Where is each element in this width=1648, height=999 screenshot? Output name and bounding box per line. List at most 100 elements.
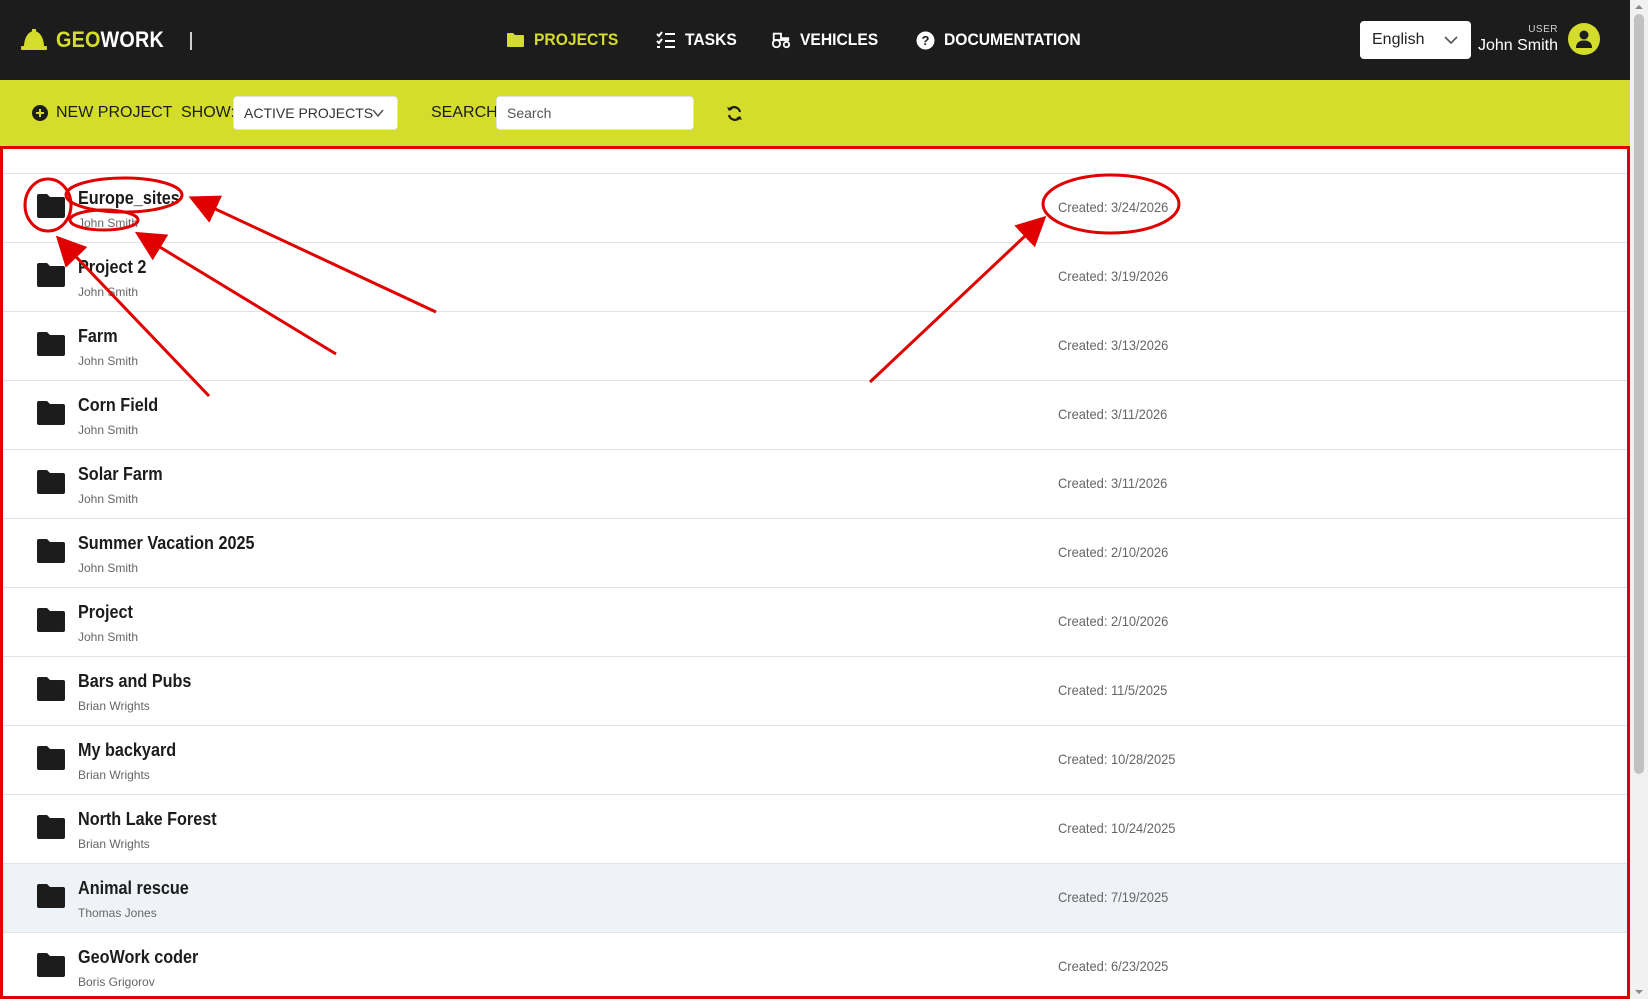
project-owner: Brian Wrights bbox=[78, 699, 150, 713]
plus-circle-icon bbox=[32, 105, 48, 121]
project-name[interactable]: GeoWork coder bbox=[78, 947, 198, 968]
user-menu[interactable]: USER John Smith bbox=[1478, 14, 1600, 64]
scroll-up-arrow-icon[interactable] bbox=[1634, 2, 1644, 12]
project-row[interactable]: GeoWork coder Boris Grigorov Created: 6/23… bbox=[3, 932, 1627, 996]
project-owner: John Smith bbox=[78, 216, 139, 230]
project-created-date: Created: 3/24/2026 bbox=[1058, 199, 1169, 215]
project-list: Europe_sites John Smith Created: 3/24/2026… bbox=[3, 173, 1627, 996]
project-row[interactable]: Europe_sites John Smith Created: 3/24/2026 bbox=[3, 173, 1627, 242]
svg-text:?: ? bbox=[921, 33, 929, 48]
project-owner: Brian Wrights bbox=[78, 837, 150, 851]
tractor-icon bbox=[771, 30, 791, 50]
chevron-down-icon bbox=[1444, 36, 1458, 45]
project-owner: John Smith bbox=[78, 630, 139, 644]
chevron-down-icon bbox=[372, 109, 384, 118]
project-owner: Brian Wrights bbox=[78, 768, 150, 782]
tasks-list-icon bbox=[655, 30, 676, 50]
show-label: SHOW: bbox=[181, 104, 235, 121]
project-name[interactable]: Bars and Pubs bbox=[78, 671, 191, 692]
project-row[interactable]: Summer Vacation 2025 John Smith Created: 2… bbox=[3, 518, 1627, 587]
project-name[interactable]: Project bbox=[78, 602, 133, 623]
logo-divider bbox=[190, 32, 192, 50]
projects-toolbar: NEW PROJECT SHOW: ACTIVE PROJECTS SEARCH… bbox=[0, 80, 1630, 146]
project-row[interactable]: North Lake Forest Brian Wrights Created: 1… bbox=[3, 794, 1627, 863]
project-row[interactable]: Animal rescue Thomas Jones Created: 7/19/2… bbox=[3, 863, 1627, 932]
top-navigation-bar: GEOWORK PROJECTS TASKS VEHICLES ? DOCUME… bbox=[0, 0, 1648, 80]
project-created-date: Created: 6/23/2025 bbox=[1058, 958, 1169, 974]
project-name[interactable]: Solar Farm bbox=[78, 464, 163, 485]
user-icon bbox=[1576, 30, 1592, 48]
project-created-date: Created: 3/11/2026 bbox=[1058, 475, 1168, 491]
project-owner: Thomas Jones bbox=[78, 906, 157, 920]
avatar[interactable] bbox=[1568, 23, 1600, 55]
show-filter-selected: ACTIVE PROJECTS bbox=[244, 105, 374, 121]
nav-tasks[interactable]: TASKS bbox=[655, 30, 741, 50]
folder-icon bbox=[36, 952, 66, 978]
project-created-date: Created: 3/13/2026 bbox=[1058, 337, 1169, 353]
folder-icon bbox=[36, 538, 66, 564]
project-created-date: Created: 3/19/2026 bbox=[1058, 268, 1169, 284]
language-selected: English bbox=[1372, 31, 1425, 48]
refresh-icon bbox=[726, 105, 742, 121]
project-owner: Boris Grigorov bbox=[78, 975, 155, 989]
project-row[interactable]: Bars and Pubs Brian Wrights Created: 11/5/… bbox=[3, 656, 1627, 725]
search-input[interactable] bbox=[496, 96, 694, 130]
project-owner: John Smith bbox=[78, 492, 139, 506]
folder-icon bbox=[505, 30, 525, 50]
folder-icon bbox=[36, 814, 66, 840]
project-owner: John Smith bbox=[78, 285, 139, 299]
project-created-date: Created: 7/19/2025 bbox=[1058, 889, 1169, 905]
folder-icon bbox=[36, 607, 66, 633]
refresh-button[interactable] bbox=[724, 103, 744, 123]
folder-icon bbox=[36, 400, 66, 426]
project-name[interactable]: Farm bbox=[78, 326, 118, 347]
folder-icon bbox=[36, 193, 66, 219]
new-project-label: NEW PROJECT bbox=[56, 104, 173, 121]
folder-icon bbox=[36, 745, 66, 771]
folder-icon bbox=[36, 469, 66, 495]
project-created-date: Created: 10/28/2025 bbox=[1058, 751, 1176, 767]
main-navigation: PROJECTS TASKS VEHICLES ? DOCUMENTATION bbox=[505, 0, 1093, 80]
project-name[interactable]: Corn Field bbox=[78, 395, 158, 416]
new-project-button[interactable]: NEW PROJECT bbox=[32, 104, 172, 122]
project-created-date: Created: 2/10/2026 bbox=[1058, 613, 1169, 629]
scroll-down-arrow-icon[interactable] bbox=[1634, 987, 1644, 997]
project-name[interactable]: Animal rescue bbox=[78, 878, 189, 899]
project-row[interactable]: Project John Smith Created: 2/10/2026 bbox=[3, 587, 1627, 656]
user-name: John Smith bbox=[1477, 36, 1558, 54]
project-created-date: Created: 11/5/2025 bbox=[1058, 682, 1168, 698]
folder-icon bbox=[36, 883, 66, 909]
question-circle-icon: ? bbox=[915, 30, 935, 50]
project-row[interactable]: Solar Farm John Smith Created: 3/11/2026 bbox=[3, 449, 1627, 518]
app-logo[interactable]: GEOWORK bbox=[20, 22, 192, 58]
project-list-panel: Europe_sites John Smith Created: 3/24/2026… bbox=[0, 146, 1630, 999]
project-name[interactable]: Europe_sites bbox=[78, 188, 180, 209]
user-role: USER bbox=[1528, 23, 1558, 35]
project-name[interactable]: Project 2 bbox=[78, 257, 146, 278]
project-row[interactable]: My backyard Brian Wrights Created: 10/28/2… bbox=[3, 725, 1627, 794]
project-name[interactable]: North Lake Forest bbox=[78, 809, 217, 830]
project-created-date: Created: 10/24/2025 bbox=[1058, 820, 1176, 836]
project-row[interactable]: Corn Field John Smith Created: 3/11/2026 bbox=[3, 380, 1627, 449]
project-created-date: Created: 3/11/2026 bbox=[1058, 406, 1168, 422]
search-label: SEARCH: bbox=[431, 104, 503, 121]
project-name[interactable]: My backyard bbox=[78, 740, 176, 761]
project-row[interactable]: Farm John Smith Created: 3/13/2026 bbox=[3, 311, 1627, 380]
nav-projects[interactable]: PROJECTS bbox=[505, 30, 626, 50]
nav-documentation[interactable]: ? DOCUMENTATION bbox=[915, 30, 1093, 50]
folder-icon bbox=[36, 262, 66, 288]
project-name[interactable]: Summer Vacation 2025 bbox=[78, 533, 254, 554]
hardhat-logo-icon bbox=[21, 29, 47, 50]
app-name: GEOWORK bbox=[56, 27, 164, 52]
project-owner: John Smith bbox=[78, 561, 139, 575]
folder-icon bbox=[36, 676, 66, 702]
show-filter-select[interactable]: ACTIVE PROJECTS bbox=[233, 96, 398, 130]
language-select[interactable]: English bbox=[1360, 21, 1471, 59]
project-row[interactable]: Project 2 John Smith Created: 3/19/2026 bbox=[3, 242, 1627, 311]
nav-vehicles[interactable]: VEHICLES bbox=[771, 30, 885, 50]
project-owner: John Smith bbox=[78, 423, 139, 437]
project-owner: John Smith bbox=[78, 354, 139, 368]
project-created-date: Created: 2/10/2026 bbox=[1058, 544, 1169, 560]
scrollbar-thumb[interactable] bbox=[1634, 14, 1644, 774]
folder-icon bbox=[36, 331, 66, 357]
